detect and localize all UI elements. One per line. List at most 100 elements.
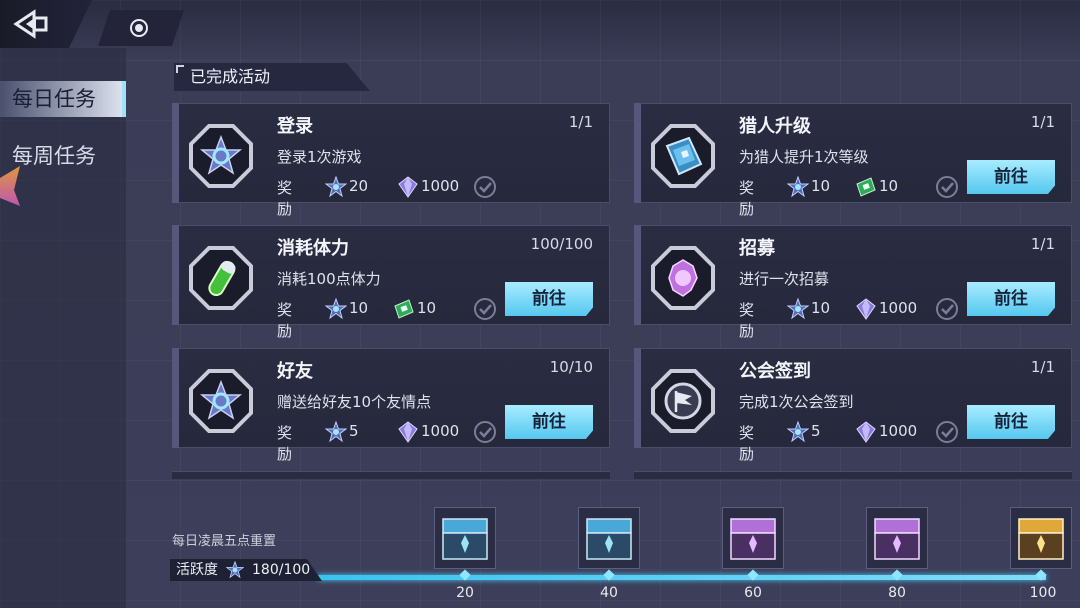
task-icon-frame — [651, 124, 715, 188]
back-arrow-icon — [13, 9, 48, 39]
reward-value: 20 — [349, 177, 369, 195]
task-description: 登录1次游戏 — [277, 148, 362, 166]
reward-value: 1000 — [879, 299, 918, 317]
task-title: 猎人升级 — [739, 116, 811, 137]
activity-star-icon — [787, 298, 809, 320]
stamina-vial-icon — [208, 260, 236, 297]
activity-label: 活跃度 180/100 — [170, 559, 322, 581]
task-description: 赠送给好友10个友情点 — [277, 393, 432, 411]
task-description: 消耗100点体力 — [277, 270, 381, 288]
task-description: 进行一次招募 — [739, 270, 830, 288]
activity-label-text: 活跃度 — [176, 562, 218, 578]
reward-value: 10 — [811, 177, 831, 195]
activity-star-icon — [787, 176, 809, 198]
reward-value: 10 — [811, 299, 831, 317]
home-dot-icon — [130, 19, 148, 37]
task-progress: 1/1 — [1030, 113, 1055, 131]
task-progress: 10/10 — [549, 358, 593, 376]
task-icon-frame — [651, 246, 715, 310]
task-icon-frame — [651, 369, 715, 433]
task-description: 为猎人提升1次等级 — [739, 148, 869, 166]
blue-chest-icon — [586, 518, 632, 560]
reward-value: 1000 — [879, 422, 918, 440]
reward-label: 奖励 — [739, 179, 755, 218]
milestone-value: 20 — [456, 585, 474, 601]
go-button[interactable]: 前往 — [505, 405, 593, 439]
milestone-chest[interactable] — [434, 507, 496, 581]
purple-chest-icon — [874, 518, 920, 560]
diamond-icon — [398, 176, 418, 198]
star-badge-icon — [199, 134, 243, 175]
activity-star-icon — [325, 298, 347, 320]
check-icon — [936, 298, 958, 320]
reward-value: 10 — [349, 299, 369, 317]
activity-star-icon — [787, 421, 809, 443]
reward-value: 10 — [417, 299, 437, 317]
task-progress: 1/1 — [568, 113, 593, 131]
check-icon — [936, 421, 958, 443]
task-title: 招募 — [739, 238, 775, 259]
task-title: 登录 — [277, 116, 313, 137]
task-card-partial — [634, 471, 1072, 479]
go-button[interactable]: 前往 — [967, 282, 1055, 316]
task-icon-frame — [189, 369, 253, 433]
green-ticket-icon — [394, 299, 414, 319]
reward-value: 10 — [879, 177, 899, 195]
task-title: 消耗体力 — [277, 238, 349, 259]
go-button[interactable]: 前往 — [505, 282, 593, 316]
milestone-chest[interactable] — [578, 507, 640, 581]
task-card-recruit: 招募 1/1 进行一次招募 奖励 10 1000 前往 — [634, 225, 1072, 340]
reward-label: 奖励 — [739, 301, 755, 340]
task-icon-frame — [189, 246, 253, 310]
recruit-crystal-icon — [668, 259, 698, 297]
task-title: 好友 — [277, 361, 313, 382]
reward-label: 奖励 — [277, 179, 293, 218]
activity-star-icon — [325, 176, 347, 198]
tab-daily-tasks[interactable]: 每日任务 — [0, 81, 126, 117]
gold-chest-icon — [1018, 518, 1064, 560]
milestone-value: 40 — [600, 585, 618, 601]
task-description: 完成1次公会签到 — [739, 393, 854, 411]
back-button[interactable] — [0, 0, 92, 48]
top-bar — [0, 0, 1080, 48]
task-card-hunter-levelup: 猎人升级 1/1 为猎人提升1次等级 奖励 10 10 前往 — [634, 103, 1072, 218]
task-progress: 1/1 — [1030, 235, 1055, 253]
reward-value: 1000 — [421, 177, 460, 195]
green-ticket-icon — [856, 177, 876, 197]
task-card-partial — [172, 471, 610, 479]
go-button[interactable]: 前往 — [967, 405, 1055, 439]
activity-value: 180/100 — [252, 562, 311, 578]
home-button[interactable] — [98, 10, 184, 46]
task-progress: 100/100 — [530, 235, 593, 253]
milestone-value: 80 — [888, 585, 906, 601]
task-card-guild-checkin: 公会签到 1/1 完成1次公会签到 奖励 5 1000 前往 — [634, 348, 1072, 463]
star-badge-icon — [199, 379, 243, 420]
task-icon-frame — [189, 124, 253, 188]
blue-chest-icon — [442, 518, 488, 560]
guild-flag-icon — [664, 382, 702, 420]
purple-chest-icon — [730, 518, 776, 560]
tab-weekly-tasks[interactable]: 每周任务 — [0, 138, 126, 174]
reward-value: 5 — [811, 422, 821, 440]
task-title: 公会签到 — [739, 361, 811, 382]
milestone-chest[interactable] — [722, 507, 784, 581]
check-icon — [474, 421, 496, 443]
reset-note: 每日凌晨五点重置 — [172, 534, 277, 549]
section-title: 已完成活动 — [174, 63, 370, 91]
book-icon — [665, 136, 703, 176]
activity-star-icon — [325, 421, 347, 443]
activity-star-icon — [226, 561, 244, 579]
task-progress: 1/1 — [1030, 358, 1055, 376]
go-button[interactable]: 前往 — [967, 160, 1055, 194]
reward-label: 奖励 — [277, 424, 293, 463]
milestone-chest[interactable] — [866, 507, 928, 581]
task-card-friends: 好友 10/10 赠送给好友10个友情点 奖励 5 1000 前往 — [172, 348, 610, 463]
reward-label: 奖励 — [277, 301, 293, 340]
diamond-icon — [856, 298, 876, 320]
reward-label: 奖励 — [739, 424, 755, 463]
sidebar: 每日任务 每周任务 — [0, 48, 126, 608]
check-icon — [474, 176, 496, 198]
section-title-text: 已完成活动 — [190, 67, 271, 86]
check-icon — [474, 298, 496, 320]
milestone-chest[interactable] — [1010, 507, 1072, 581]
